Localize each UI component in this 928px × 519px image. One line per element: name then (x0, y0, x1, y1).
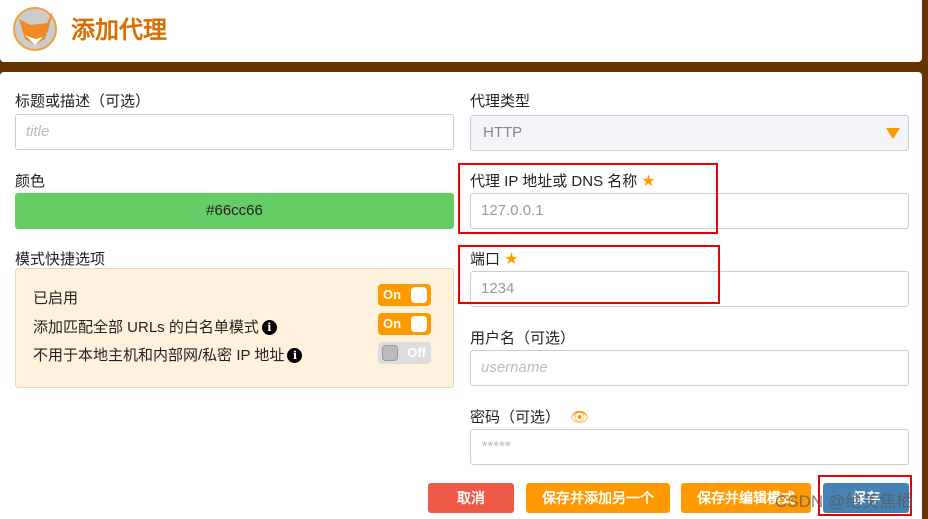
proxy-type-select[interactable]: HTTP (470, 115, 909, 151)
color-picker[interactable]: #66cc66 (15, 193, 454, 229)
fox-logo (13, 7, 57, 51)
username-label: 用户名（可选） (470, 330, 576, 347)
eye-icon[interactable]: 👁 (570, 409, 589, 426)
info-icon[interactable]: i (261, 320, 277, 335)
cancel-button[interactable]: 取消 (428, 483, 514, 513)
option-whitelist-label: 添加匹配全部 URLs 的白名单模式 (33, 319, 259, 336)
local-toggle[interactable]: Off (378, 342, 431, 364)
watermark: CSDN @绝美焦栖 (775, 492, 914, 511)
toggle-state: Off (407, 345, 426, 360)
enabled-toggle[interactable]: On (378, 284, 431, 306)
proxy-form: 标题或描述（可选） title 颜色 #66cc66 模式快捷选项 已启用 On… (0, 72, 922, 519)
toggle-state: On (383, 316, 402, 331)
type-label: 代理类型 (470, 93, 531, 110)
toggle-state: On (383, 287, 402, 302)
highlight-box (458, 163, 718, 234)
quick-options-box: 已启用 On 添加匹配全部 URLs 的白名单模式 i On 不用于本地主机和内部… (15, 268, 454, 388)
password-label: 密码（可选） 👁 (470, 409, 590, 426)
save-add-button[interactable]: 保存并添加另一个 (526, 483, 670, 513)
option-local-label: 不用于本地主机和内部网/私密 IP 地址 (33, 347, 285, 364)
password-input[interactable]: ***** (470, 429, 909, 465)
option-local: 不用于本地主机和内部网/私密 IP 地址 i (33, 344, 303, 365)
info-icon[interactable]: i (287, 348, 303, 363)
page-title: 添加代理 (71, 17, 167, 44)
option-enabled-label: 已启用 (33, 290, 79, 307)
title-label: 标题或描述（可选） (15, 93, 151, 110)
highlight-box (458, 245, 720, 304)
dropdown-icon (886, 128, 900, 139)
color-label: 颜色 (15, 173, 46, 190)
type-value: HTTP (483, 124, 523, 141)
quick-options-label: 模式快捷选项 (15, 251, 106, 268)
title-input[interactable]: title (15, 114, 454, 150)
whitelist-toggle[interactable]: On (378, 313, 431, 335)
username-input[interactable]: username (470, 350, 909, 386)
option-whitelist: 添加匹配全部 URLs 的白名单模式 i (33, 316, 277, 337)
header: 添加代理 (0, 0, 922, 62)
